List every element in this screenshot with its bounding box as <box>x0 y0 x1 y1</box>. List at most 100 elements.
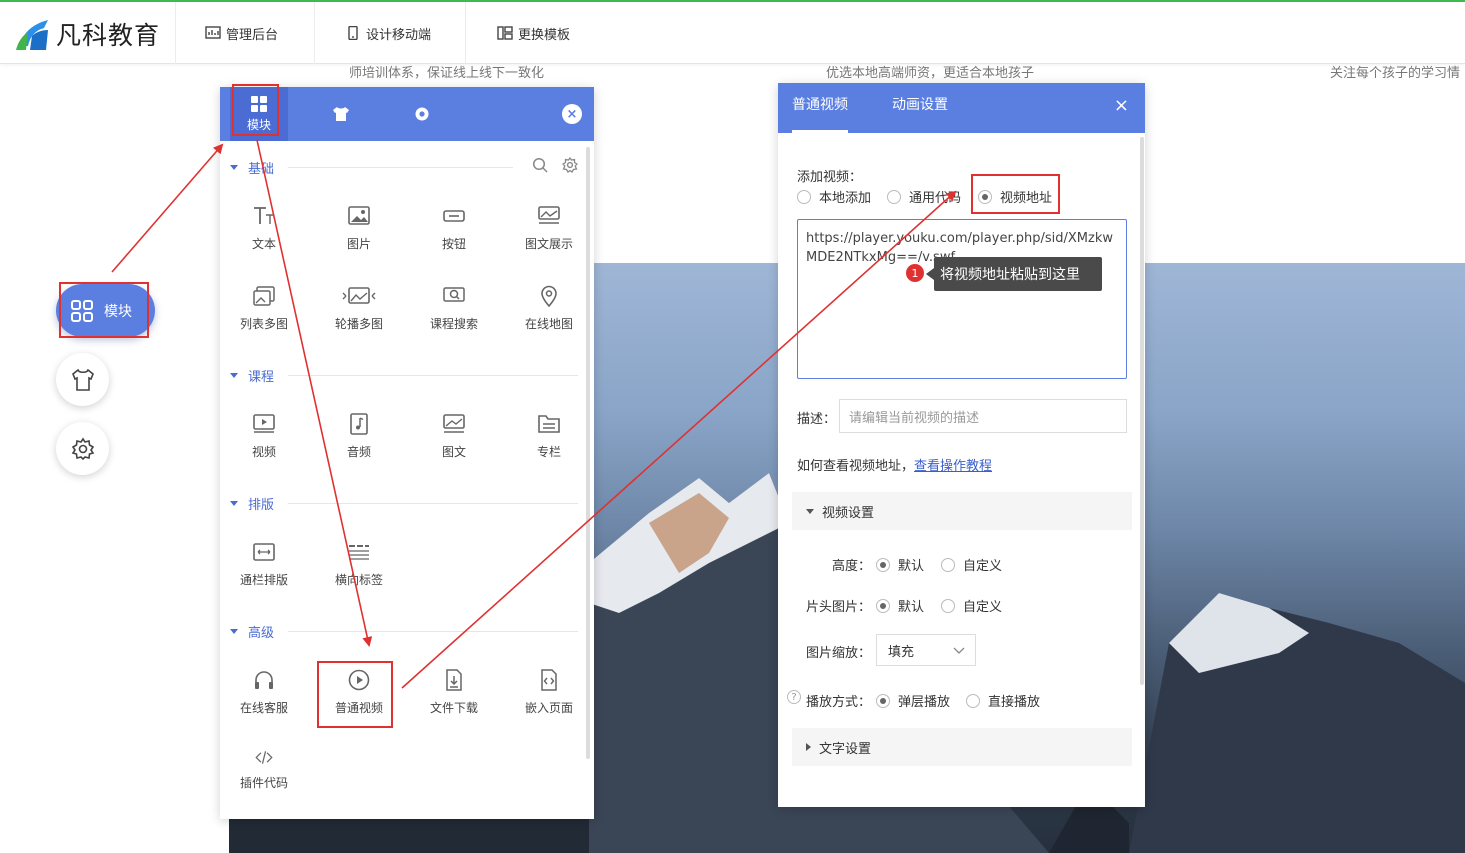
download-icon <box>446 669 462 691</box>
top-bar: 凡科教育 管理后台 设计移动端 更换模板 <box>0 0 1465 64</box>
nav-divider <box>175 2 176 64</box>
highlight-box <box>971 174 1060 214</box>
radio-dot <box>797 189 811 204</box>
tool-online-service[interactable]: 在线客服 <box>224 661 304 723</box>
video-settings-group[interactable]: 视频设置 <box>792 492 1132 530</box>
tool-label: 专栏 <box>536 445 561 459</box>
tab-theme[interactable] <box>312 87 370 141</box>
radio-dot <box>941 598 955 613</box>
scale-select[interactable]: 填充 <box>876 634 976 666</box>
text-icon <box>254 207 274 224</box>
tool-course-search[interactable]: 课程搜索 <box>414 277 494 339</box>
tab-animation[interactable]: 动画设置 <box>892 83 948 133</box>
close-icon[interactable]: × <box>1114 95 1129 116</box>
radio-cover-default[interactable]: 默认 <box>876 596 924 615</box>
video-url-textarea[interactable]: https://player.youku.com/player.php/sid/… <box>797 219 1127 379</box>
section-title: 基础 <box>248 161 275 177</box>
nav-item-mobile[interactable]: 设计移动端 <box>345 2 431 64</box>
desc-input[interactable]: 请编辑当前视频的描述 <box>839 399 1127 433</box>
radio-height-custom[interactable]: 自定义 <box>941 555 1002 574</box>
close-panel-button[interactable]: × <box>562 104 582 124</box>
tutorial-link[interactable]: 查看操作教程 <box>914 459 992 474</box>
gear-icon[interactable] <box>562 157 578 173</box>
floating-theme-button[interactable] <box>56 353 109 406</box>
tab-settings[interactable] <box>393 87 451 141</box>
tool-carousel[interactable]: 轮播多图 <box>319 277 399 339</box>
highlight-box <box>317 661 393 728</box>
tool-text[interactable]: 文本 <box>224 197 304 259</box>
tool-graphic[interactable]: 图文 <box>414 405 494 467</box>
radio-label: 本地添加 <box>819 191 872 206</box>
tool-file-download[interactable]: 文件下载 <box>414 661 494 723</box>
step-badge: 1 <box>906 264 924 282</box>
tool-plugin-code[interactable]: 插件代码 <box>224 741 304 791</box>
tool-column[interactable]: 专栏 <box>509 405 589 467</box>
radio-code[interactable]: 通用代码 <box>887 187 961 206</box>
tool-full-width[interactable]: 通栏排版 <box>224 533 304 595</box>
nav-label: 管理后台 <box>226 27 279 43</box>
radio-cover-custom[interactable]: 自定义 <box>941 596 1002 615</box>
hero-text: 师培训体系，保证线上线下一致化 <box>349 66 545 81</box>
section-advanced[interactable]: 高级 <box>230 621 274 641</box>
hero-text: 关注每个孩子的学习情 <box>1330 66 1461 81</box>
nav-item-admin[interactable]: 管理后台 <box>205 2 278 64</box>
radio-dot-selected <box>876 598 890 613</box>
section-divider <box>288 631 578 632</box>
graphic-icon <box>443 414 465 433</box>
collapse-icon <box>230 372 238 378</box>
shirt-icon <box>333 107 349 121</box>
scale-label: 图片缩放： <box>806 646 872 661</box>
tabs-icon <box>349 545 369 560</box>
help-icon[interactable]: ? <box>787 690 801 704</box>
tool-horizontal-tabs[interactable]: 横向标签 <box>319 533 399 595</box>
tool-image[interactable]: 图片 <box>319 197 399 259</box>
module-panel: 模块 × 基础 文本 图片 按钮 图文展示 列表多图 轮播多图 课程搜索 在线地… <box>220 87 594 819</box>
nav-item-template[interactable]: 更换模板 <box>497 2 570 64</box>
video-settings-panel: 普通视频 动画设置 × 添加视频： 本地添加 通用代码 视频地址 https:/… <box>778 83 1145 807</box>
section-title: 课程 <box>248 369 275 385</box>
scrollbar[interactable] <box>1140 137 1144 685</box>
tool-video[interactable]: 视频 <box>224 405 304 467</box>
section-course[interactable]: 课程 <box>230 365 274 385</box>
search-icon[interactable] <box>532 157 548 173</box>
help-line: 如何查看视频地址，查看操作教程 <box>797 455 992 474</box>
radio-dot-selected <box>876 693 890 708</box>
help-text: 如何查看视频地址， <box>797 459 915 474</box>
tool-label: 图片 <box>346 237 371 251</box>
section-title: 排版 <box>248 497 275 513</box>
radio-play-direct[interactable]: 直接播放 <box>966 691 1040 710</box>
section-layout[interactable]: 排版 <box>230 493 274 513</box>
brand-logo[interactable]: 凡科教育 <box>14 16 160 52</box>
text-settings-group[interactable]: 文字设置 <box>792 728 1132 766</box>
folder-icon <box>538 415 560 433</box>
radio-label: 自定义 <box>963 559 1003 574</box>
tool-list-images[interactable]: 列表多图 <box>224 277 304 339</box>
section-basic[interactable]: 基础 <box>230 157 274 177</box>
radio-local[interactable]: 本地添加 <box>797 187 871 206</box>
tool-online-map[interactable]: 在线地图 <box>509 277 589 339</box>
radio-dot <box>887 189 901 204</box>
tool-label: 轮播多图 <box>334 317 383 331</box>
nav-divider <box>314 2 315 64</box>
floating-settings-button[interactable] <box>56 422 109 475</box>
select-value: 填充 <box>888 644 915 660</box>
radio-play-popup[interactable]: 弹层播放 <box>876 691 950 710</box>
video-icon <box>253 414 275 433</box>
embed-icon <box>541 669 557 691</box>
tool-label: 在线客服 <box>239 701 288 715</box>
radio-dot-selected <box>876 557 890 572</box>
code-icon <box>255 751 273 764</box>
tool-label: 在线地图 <box>524 317 573 331</box>
radio-height-default[interactable]: 默认 <box>876 555 924 574</box>
tool-label: 按钮 <box>441 237 466 251</box>
radio-label: 通用代码 <box>909 191 962 206</box>
audio-icon <box>350 413 368 435</box>
tool-button[interactable]: 按钮 <box>414 197 494 259</box>
logo-mark-icon <box>16 20 48 50</box>
tool-image-text[interactable]: 图文展示 <box>509 197 589 259</box>
tool-embed-page[interactable]: 嵌入页面 <box>509 661 589 723</box>
carousel-icon <box>342 287 376 304</box>
add-video-label: 添加视频： <box>797 170 863 185</box>
tab-normal-video[interactable]: 普通视频 <box>792 83 848 133</box>
tool-audio[interactable]: 音频 <box>319 405 399 467</box>
